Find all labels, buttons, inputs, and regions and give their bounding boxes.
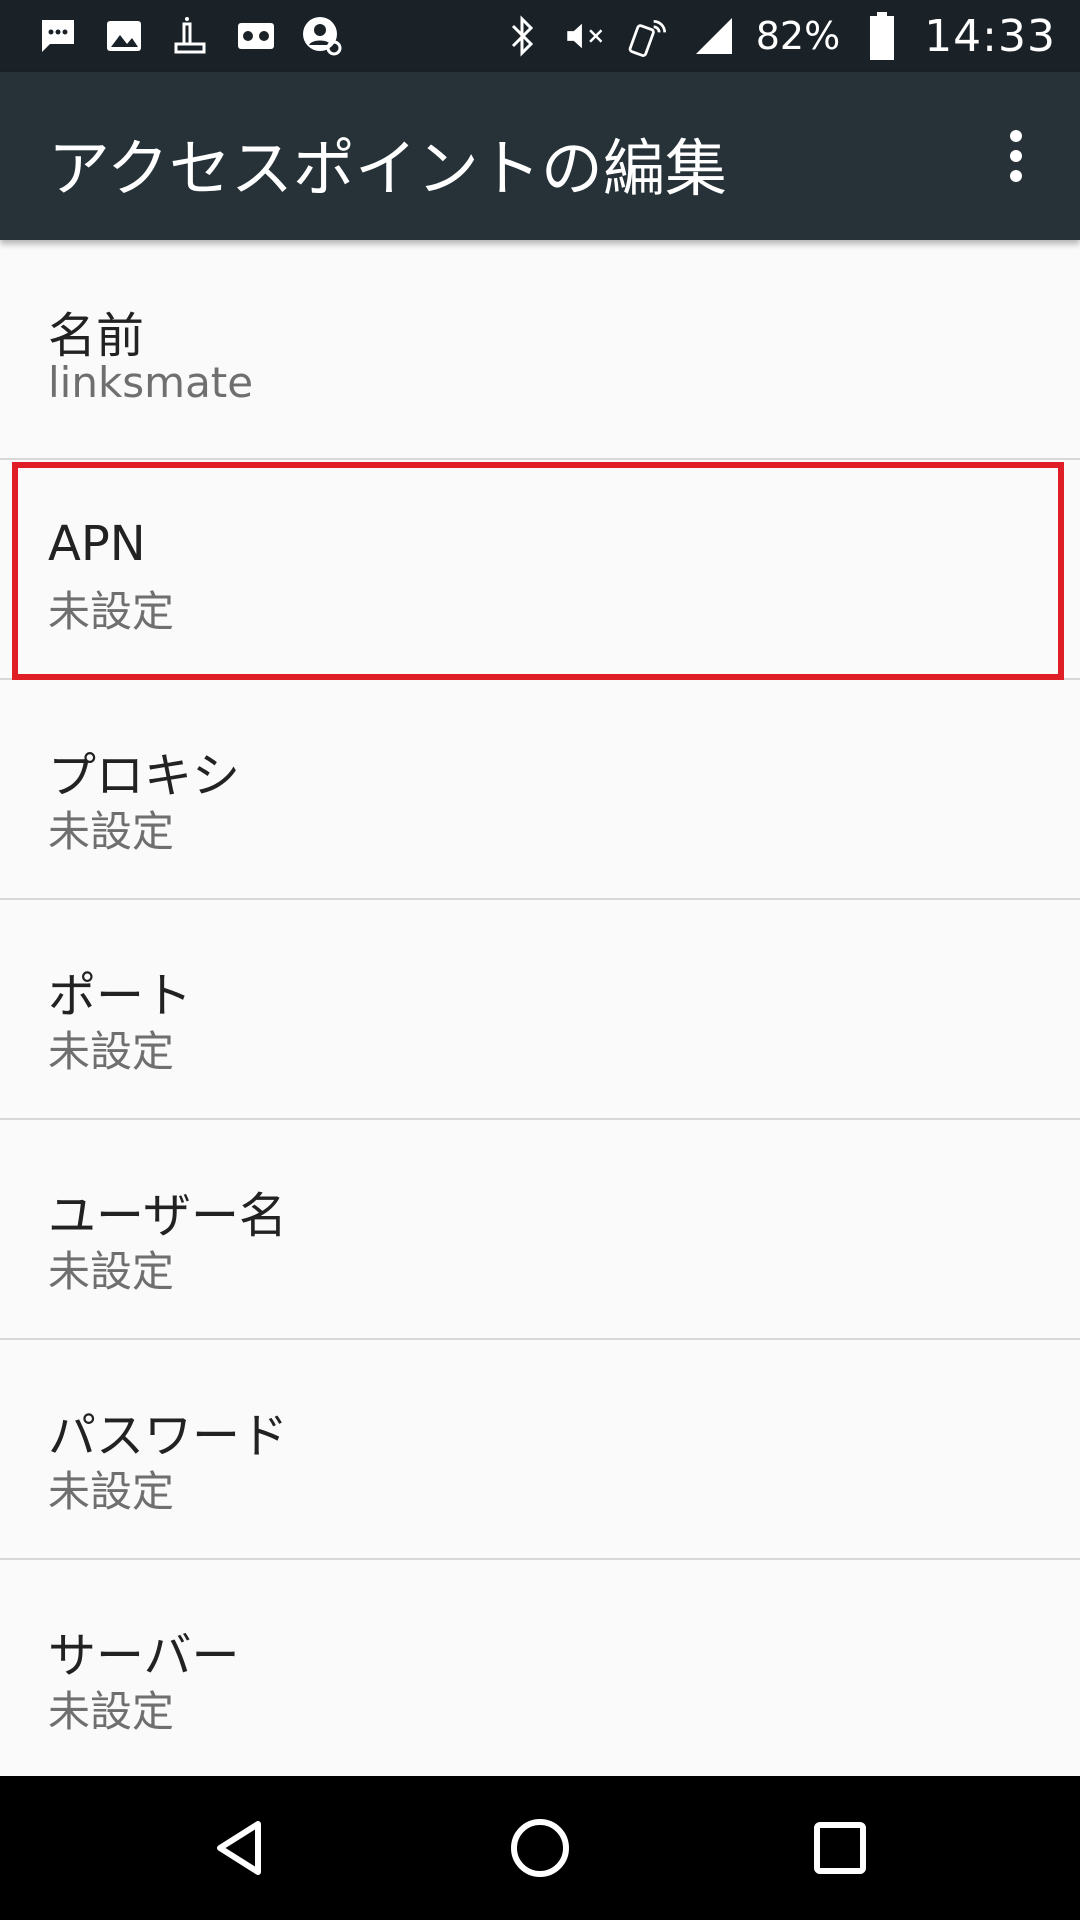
sms-icon xyxy=(36,14,80,58)
nfc-icon xyxy=(628,14,672,58)
gallery-icon xyxy=(102,14,146,58)
back-button[interactable] xyxy=(204,1812,276,1884)
setting-username[interactable]: ユーザー名 未設定 xyxy=(0,1120,1080,1340)
home-button[interactable] xyxy=(504,1812,576,1884)
back-icon xyxy=(217,1821,261,1875)
setting-port[interactable]: ポート 未設定 xyxy=(0,900,1080,1120)
overflow-menu-button[interactable] xyxy=(988,122,1044,190)
navigation-bar xyxy=(0,1776,1080,1920)
setting-title: APN xyxy=(48,516,146,572)
setting-apn[interactable]: APN 未設定 xyxy=(0,460,1080,680)
setting-name[interactable]: 名前 linksmate xyxy=(0,240,1080,460)
setting-title: サーバー xyxy=(48,1628,240,1684)
battery-icon xyxy=(860,12,904,60)
setting-title: 名前 xyxy=(48,308,145,364)
app-bar: アクセスポイントの編集 xyxy=(0,72,1080,240)
battery-percent: 82% xyxy=(755,14,841,58)
setting-summary: 未設定 xyxy=(48,1467,175,1516)
mute-icon xyxy=(564,14,608,58)
setting-summary: 未設定 xyxy=(48,587,175,636)
setting-title: プロキシ xyxy=(48,748,241,804)
signal-icon xyxy=(692,14,736,58)
setting-title: ポート xyxy=(48,968,193,1024)
setting-summary: 未設定 xyxy=(48,1247,175,1296)
setting-title: パスワード xyxy=(48,1408,289,1464)
recents-button[interactable] xyxy=(804,1812,876,1884)
setting-title: ユーザー名 xyxy=(48,1188,288,1244)
setting-summary: 未設定 xyxy=(48,807,175,856)
bluetooth-icon xyxy=(500,14,544,58)
setting-proxy[interactable]: プロキシ 未設定 xyxy=(0,680,1080,900)
home-icon xyxy=(511,1819,569,1877)
account-icon xyxy=(300,14,344,58)
setting-summary: 未設定 xyxy=(48,1027,175,1076)
voicemail-icon xyxy=(234,14,278,58)
settings-list: 名前 linksmate APN 未設定 プロキシ 未設定 ポート 未設定 ユー… xyxy=(0,240,1080,1780)
setting-summary: 未設定 xyxy=(48,1687,175,1736)
recents-icon xyxy=(814,1822,866,1874)
app-icon xyxy=(168,14,212,58)
status-bar: 82% 14:33 xyxy=(0,0,1080,72)
more-vert-icon xyxy=(1010,130,1022,182)
page-title: アクセスポイントの編集 xyxy=(48,132,727,205)
clock: 14:33 xyxy=(924,10,1056,62)
setting-server[interactable]: サーバー 未設定 xyxy=(0,1560,1080,1780)
setting-password[interactable]: パスワード 未設定 xyxy=(0,1340,1080,1560)
setting-summary: linksmate xyxy=(48,358,254,407)
